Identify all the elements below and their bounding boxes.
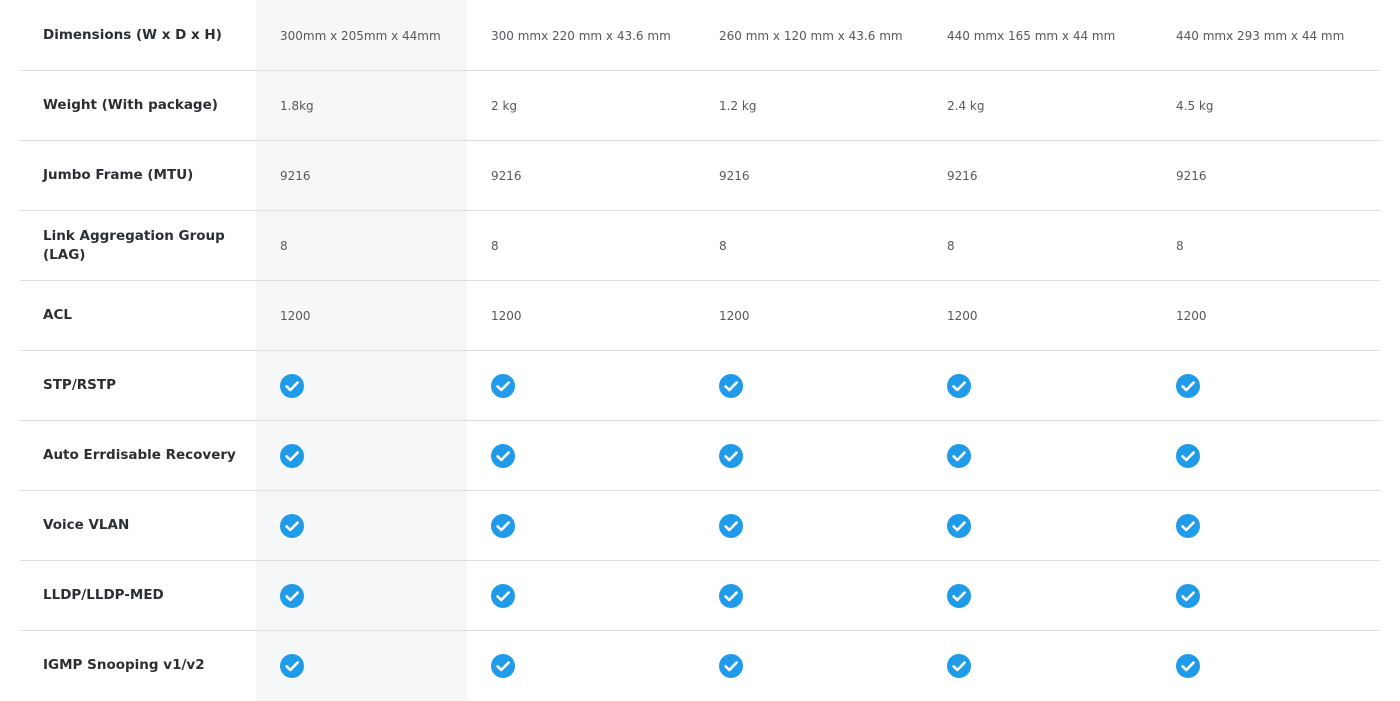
row-label: Weight (With package) bbox=[43, 97, 218, 113]
table-cell bbox=[491, 631, 515, 700]
check-circle-icon bbox=[491, 513, 515, 538]
check-circle-icon bbox=[719, 653, 743, 678]
check-circle-icon bbox=[947, 583, 971, 608]
table-cell bbox=[280, 351, 304, 420]
check-circle-icon bbox=[280, 583, 304, 608]
check-circle-icon bbox=[947, 373, 971, 398]
spec-comparison-table: Dimensions (W x D x H) 300mm x 205mm x 4… bbox=[20, 1, 1380, 700]
table-cell bbox=[947, 351, 971, 420]
row-label: Voice VLAN bbox=[43, 517, 130, 533]
table-row: Dimensions (W x D x H) 300mm x 205mm x 4… bbox=[20, 1, 1380, 71]
row-label: STP/RSTP bbox=[43, 377, 116, 393]
table-cell: 2.4 kg bbox=[947, 98, 985, 113]
table-cell bbox=[1176, 631, 1200, 700]
table-row: Auto Errdisable Recovery bbox=[20, 421, 1380, 491]
row-label: ACL bbox=[43, 307, 72, 323]
table-row: LLDP/LLDP-MED bbox=[20, 561, 1380, 631]
table-row: ACL 1200 1200 1200 1200 1200 bbox=[20, 281, 1380, 351]
table-cell bbox=[947, 631, 971, 700]
table-cell: 8 bbox=[280, 238, 288, 253]
table-cell: 300 mmx 220 mm x 43.6 mm bbox=[491, 28, 671, 43]
table-cell: 4.5 kg bbox=[1176, 98, 1214, 113]
check-circle-icon bbox=[719, 583, 743, 608]
table-cell: 300mm x 205mm x 44mm bbox=[280, 28, 441, 43]
table-cell: 1.8kg bbox=[280, 98, 314, 113]
table-cell bbox=[1176, 491, 1200, 560]
check-circle-icon bbox=[719, 373, 743, 398]
table-cell: 440 mmx 293 mm x 44 mm bbox=[1176, 28, 1345, 43]
row-label: Dimensions (W x D x H) bbox=[43, 27, 222, 43]
check-circle-icon bbox=[719, 513, 743, 538]
table-cell bbox=[947, 491, 971, 560]
check-circle-icon bbox=[1176, 443, 1200, 468]
table-cell bbox=[719, 351, 743, 420]
table-cell: 8 bbox=[947, 238, 955, 253]
row-label: Link Aggregation Group (LAG) bbox=[43, 227, 225, 263]
table-cell bbox=[1176, 351, 1200, 420]
table-cell bbox=[719, 631, 743, 700]
table-cell bbox=[719, 421, 743, 490]
check-circle-icon bbox=[719, 443, 743, 468]
table-row: Link Aggregation Group (LAG) 8 8 8 8 8 bbox=[20, 211, 1380, 281]
check-circle-icon bbox=[280, 373, 304, 398]
table-cell: 1200 bbox=[947, 308, 978, 323]
check-circle-icon bbox=[1176, 583, 1200, 608]
table-cell: 9216 bbox=[280, 168, 311, 183]
table-cell bbox=[491, 421, 515, 490]
table-cell: 8 bbox=[719, 238, 727, 253]
table-cell bbox=[1176, 421, 1200, 490]
table-cell bbox=[1176, 561, 1200, 630]
table-cell: 2 kg bbox=[491, 98, 518, 113]
check-circle-icon bbox=[947, 443, 971, 468]
check-circle-icon bbox=[491, 653, 515, 678]
table-cell bbox=[491, 561, 515, 630]
check-circle-icon bbox=[491, 373, 515, 398]
table-cell: 1200 bbox=[1176, 308, 1207, 323]
table-row: STP/RSTP bbox=[20, 351, 1380, 421]
table-row: Voice VLAN bbox=[20, 491, 1380, 561]
table-cell bbox=[280, 561, 304, 630]
table-cell bbox=[491, 491, 515, 560]
row-label: Jumbo Frame (MTU) bbox=[43, 167, 194, 183]
table-cell: 9216 bbox=[491, 168, 522, 183]
check-circle-icon bbox=[280, 513, 304, 538]
table-cell bbox=[719, 491, 743, 560]
table-cell: 1200 bbox=[719, 308, 750, 323]
check-circle-icon bbox=[491, 583, 515, 608]
table-cell: 1.2 kg bbox=[719, 98, 757, 113]
table-cell bbox=[280, 421, 304, 490]
table-cell: 440 mmx 165 mm x 44 mm bbox=[947, 28, 1116, 43]
table-row: IGMP Snooping v1/v2 bbox=[20, 631, 1380, 700]
table-row: Weight (With package) 1.8kg 2 kg 1.2 kg … bbox=[20, 71, 1380, 141]
check-circle-icon bbox=[280, 443, 304, 468]
check-circle-icon bbox=[1176, 653, 1200, 678]
check-circle-icon bbox=[491, 443, 515, 468]
table-cell: 1200 bbox=[491, 308, 522, 323]
row-label: Auto Errdisable Recovery bbox=[43, 447, 236, 463]
table-cell bbox=[280, 491, 304, 560]
table-row: Jumbo Frame (MTU) 9216 9216 9216 9216 92… bbox=[20, 141, 1380, 211]
table-cell: 8 bbox=[491, 238, 499, 253]
check-circle-icon bbox=[947, 513, 971, 538]
table-cell bbox=[280, 631, 304, 700]
check-circle-icon bbox=[1176, 513, 1200, 538]
check-circle-icon bbox=[280, 653, 304, 678]
table-cell: 9216 bbox=[719, 168, 750, 183]
row-label: IGMP Snooping v1/v2 bbox=[43, 657, 205, 673]
table-cell: 8 bbox=[1176, 238, 1184, 253]
table-cell: 1200 bbox=[280, 308, 311, 323]
table-cell: 9216 bbox=[1176, 168, 1207, 183]
row-label: LLDP/LLDP-MED bbox=[43, 587, 164, 603]
table-cell bbox=[719, 561, 743, 630]
check-circle-icon bbox=[947, 653, 971, 678]
table-cell bbox=[947, 561, 971, 630]
table-cell bbox=[491, 351, 515, 420]
table-cell bbox=[947, 421, 971, 490]
table-cell: 9216 bbox=[947, 168, 978, 183]
table-cell: 260 mm x 120 mm x 43.6 mm bbox=[719, 28, 903, 43]
check-circle-icon bbox=[1176, 373, 1200, 398]
